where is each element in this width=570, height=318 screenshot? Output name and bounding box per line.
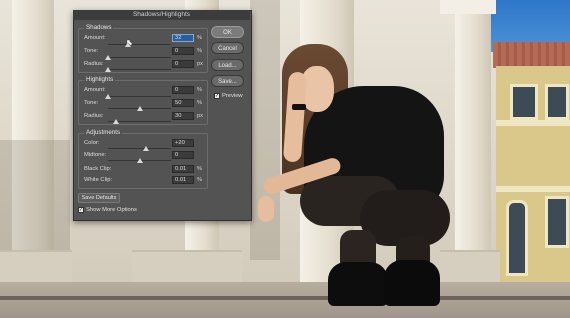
shadows-radius-slider[interactable] [108,69,171,70]
highlights-radius-label: Radius: [84,113,104,119]
show-more-options-label: Show More Options [86,207,137,213]
black-clip-field[interactable]: 0.01 [172,165,194,173]
show-more-options-checkbox[interactable]: ✓ [78,207,84,213]
adjustments-midtone-thumb[interactable] [136,158,143,163]
shadows-amount-field[interactable]: 32 [172,34,194,42]
person-hand [258,196,274,222]
shadows-radius-unit: px [197,61,203,67]
ok-button[interactable]: OK [211,26,244,38]
building-door [506,200,528,276]
shadows-tone-field[interactable]: 0 [172,47,194,55]
shadows-amount-label: Amount: [84,35,106,41]
white-clip-label: White Clip: [84,177,113,183]
shadows-radius-thumb[interactable] [105,67,111,72]
cancel-button[interactable]: Cancel [211,42,244,54]
highlights-tone-thumb[interactable] [136,106,143,111]
building-window [510,84,538,120]
shadows-group-title: Shadows [84,24,114,31]
highlights-tone-label: Tone: [84,100,99,106]
preview-checkbox[interactable]: ✓ [214,93,220,99]
person-watch [292,104,306,110]
highlights-amount-unit: % [197,87,202,93]
shadows-amount-unit: % [197,35,202,41]
curb [0,296,570,300]
highlights-group-title: Highlights [84,76,116,83]
white-clip-unit: % [197,177,202,183]
adjustments-color-slider[interactable] [108,148,171,149]
shadows-tone-slider[interactable] [108,57,171,58]
shadows-tone-unit: % [197,48,202,54]
shadows-tone-label: Tone: [84,48,99,54]
white-clip-field[interactable]: 0.01 [172,176,194,184]
highlights-amount-field[interactable]: 0 [172,86,194,94]
adjustments-group-title: Adjustments [84,129,123,136]
mouse-cursor-icon: ⬉ [126,38,133,47]
person-boot [328,262,388,306]
black-clip-unit: % [197,166,202,172]
wall-shadow [0,140,70,250]
highlights-amount-label: Amount: [84,87,106,93]
highlights-tone-field[interactable]: 50 [172,99,194,107]
shadows-radius-field[interactable]: 0 [172,60,194,68]
load-button[interactable]: Load... [211,59,244,71]
shadows-amount-slider[interactable] [108,44,171,45]
adjustments-color-thumb[interactable] [142,146,149,151]
preview-label: Preview [222,93,243,99]
person-boot [384,260,440,306]
highlights-radius-thumb[interactable] [112,119,119,124]
adjustments-midtone-field[interactable]: 0 [172,151,194,159]
building-cornice [496,186,570,192]
highlights-amount-thumb[interactable] [105,94,111,99]
shadows-radius-label: Radius: [84,61,104,67]
save-defaults-button[interactable]: Save Defaults [78,193,120,203]
roof [493,42,570,68]
highlights-amount-slider[interactable] [108,96,171,97]
shadows-tone-thumb[interactable] [105,55,111,60]
pavement [0,282,570,318]
save-button[interactable]: Save... [211,75,244,87]
column [455,0,491,290]
building-cornice [496,120,570,126]
highlights-tone-unit: % [197,100,202,106]
dialog-title: Shadows/Highlights [132,11,191,18]
adjustments-color-label: Color: [84,140,100,146]
highlights-radius-unit: px [197,113,203,119]
building-window [545,84,569,120]
adjustments-midtone-label: Midtone: [84,152,107,158]
adjustments-color-field[interactable]: +20 [172,139,194,147]
highlights-radius-field[interactable]: 30 [172,112,194,120]
building-window [545,196,569,248]
column-capital [440,0,496,14]
black-clip-label: Black Clip: [84,166,112,172]
